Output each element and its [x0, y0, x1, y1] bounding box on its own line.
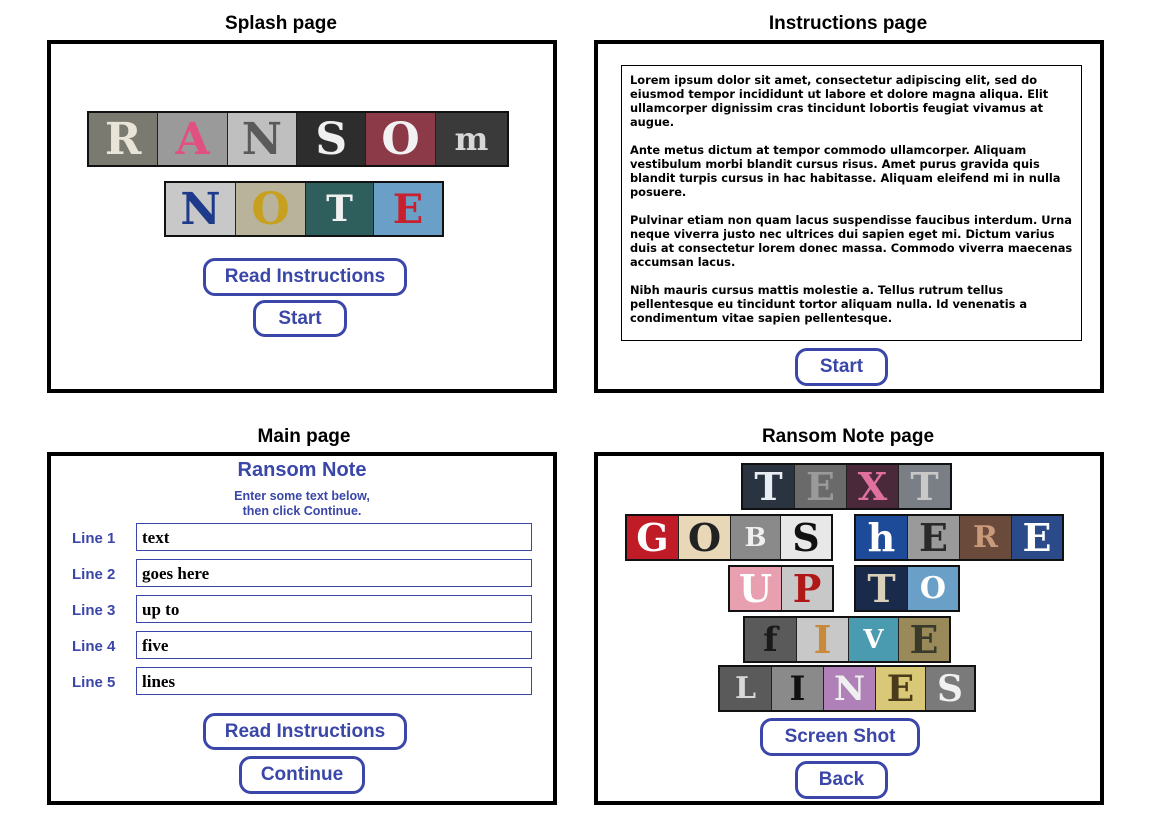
- tile-letter: B: [731, 516, 781, 559]
- tile-letter: T: [306, 183, 374, 235]
- line-2-input[interactable]: goes here: [136, 559, 532, 587]
- line-1-label: Line 1: [72, 530, 116, 547]
- page-title: Ransom Note: [237, 459, 367, 481]
- tile-letter: O: [236, 183, 306, 235]
- tile-letter: U: [730, 567, 782, 610]
- tile-letter: E: [795, 465, 847, 508]
- ransom-row: T E X T: [741, 463, 952, 510]
- tile-letter: m: [435, 113, 508, 165]
- ransom-row: U P: [728, 565, 834, 612]
- tile-letter: E: [876, 667, 926, 710]
- tile-letter: h: [856, 516, 908, 559]
- ransom-row: f I V E: [743, 616, 951, 663]
- tile-letter: T: [743, 465, 795, 508]
- logo-word-ransom: R A N S O m: [87, 111, 509, 167]
- instruction-line-1: Enter some text below,: [234, 489, 370, 503]
- tile-letter: f: [745, 618, 797, 661]
- tile-letter: R: [960, 516, 1012, 559]
- line-2-label: Line 2: [72, 566, 116, 583]
- tile-letter: N: [166, 183, 236, 235]
- instructions-text-box: Lorem ipsum dolor sit amet, consectetur …: [621, 65, 1082, 341]
- logo-word-note: N O T E: [164, 181, 444, 237]
- instruction-line-2: then click Continue.: [242, 504, 362, 518]
- back-button[interactable]: Back: [795, 761, 888, 799]
- tile-letter: E: [908, 516, 960, 559]
- tile-letter: S: [781, 516, 831, 559]
- caption-ransom: Ransom Note page: [761, 426, 935, 447]
- tile-letter: O: [679, 516, 731, 559]
- caption-instructions: Instructions page: [768, 13, 928, 34]
- line-3-input[interactable]: up to: [136, 595, 532, 623]
- tile-letter: A: [158, 113, 228, 165]
- start-button[interactable]: Start: [253, 300, 347, 337]
- line-3-label: Line 3: [72, 602, 116, 619]
- continue-button[interactable]: Continue: [239, 756, 365, 794]
- start-button[interactable]: Start: [795, 348, 888, 386]
- instructions-panel: Lorem ipsum dolor sit amet, consectetur …: [594, 40, 1104, 393]
- tile-letter: V: [849, 618, 899, 661]
- ransom-row: T O: [854, 565, 960, 612]
- instructions-paragraph: Nibh mauris cursus mattis molestie a. Te…: [630, 283, 1028, 325]
- splash-panel: R A N S O m N O T E Read Instructions St…: [47, 40, 557, 393]
- tile-letter: E: [1012, 516, 1062, 559]
- line-4-input[interactable]: five: [136, 631, 532, 659]
- tile-letter: T: [899, 465, 950, 508]
- read-instructions-button[interactable]: Read Instructions: [203, 713, 407, 750]
- tile-letter: I: [772, 667, 824, 710]
- tile-letter: I: [797, 618, 849, 661]
- tile-letter: X: [847, 465, 899, 508]
- instructions-paragraph: Pulvinar etiam non quam lacus suspendiss…: [630, 213, 1073, 269]
- tile-letter: P: [782, 567, 832, 610]
- caption-main: Main page: [257, 426, 351, 447]
- line-4-label: Line 4: [72, 638, 116, 655]
- line-5-input[interactable]: lines: [136, 667, 532, 695]
- ransom-row: L I N E S: [718, 665, 976, 712]
- tile-letter: T: [856, 567, 908, 610]
- tile-letter: S: [297, 113, 367, 165]
- main-panel: Ransom Note Enter some text below, then …: [47, 452, 557, 805]
- tile-letter: N: [227, 113, 298, 165]
- screen-shot-button[interactable]: Screen Shot: [760, 718, 920, 756]
- read-instructions-button[interactable]: Read Instructions: [203, 258, 407, 296]
- tile-letter: R: [89, 113, 159, 165]
- tile-letter: E: [374, 183, 442, 235]
- tile-letter: E: [899, 618, 949, 661]
- tile-letter: S: [926, 667, 974, 710]
- instructions-paragraph: Lorem ipsum dolor sit amet, consectetur …: [630, 73, 1049, 129]
- ransom-row: h E R E: [854, 514, 1064, 561]
- caption-splash: Splash page: [225, 13, 337, 34]
- tile-letter: O: [908, 567, 958, 610]
- line-5-label: Line 5: [72, 674, 116, 691]
- instructions-paragraph: Ante metus dictum at tempor commodo ulla…: [630, 143, 1061, 199]
- ransom-row: G O B S: [625, 514, 833, 561]
- tile-letter: N: [824, 667, 876, 710]
- tile-letter: L: [720, 667, 772, 710]
- ransom-note-panel: T E X T G O B S h E R E U P T O f I V E …: [594, 452, 1104, 805]
- tile-letter: G: [627, 516, 679, 559]
- tile-letter: O: [366, 113, 436, 165]
- line-1-input[interactable]: text: [136, 523, 532, 551]
